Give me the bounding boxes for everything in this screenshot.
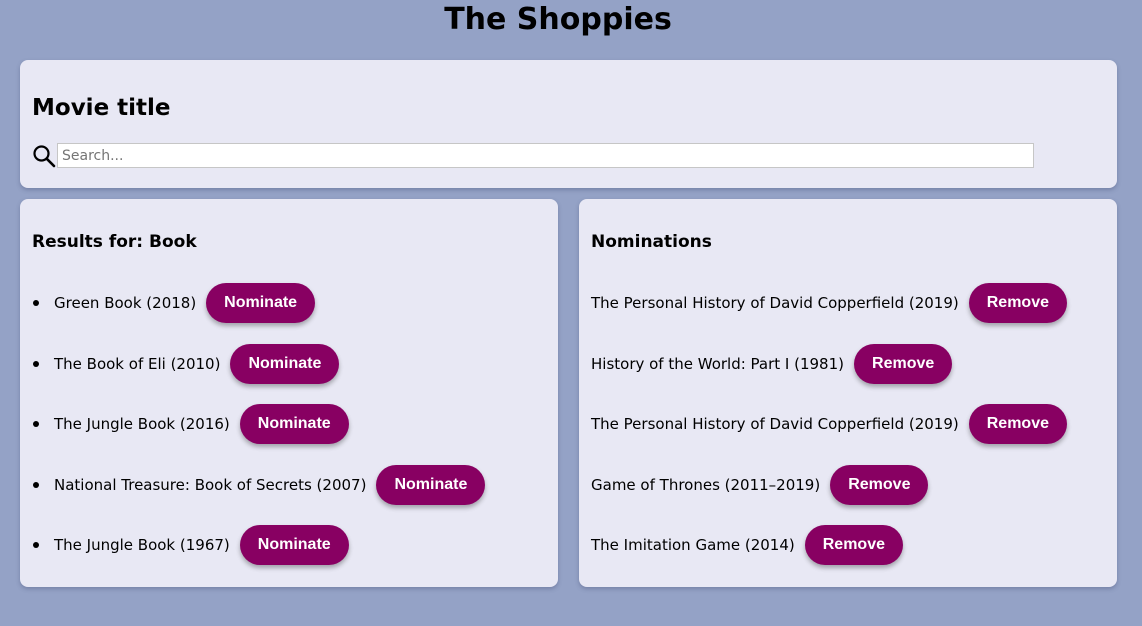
nominations-heading: Nominations — [591, 232, 712, 252]
result-title: Green Book (2018) — [54, 294, 197, 312]
nomination-title: The Personal History of David Copperfiel… — [591, 415, 959, 433]
nominate-button[interactable]: Nominate — [230, 343, 340, 384]
bullet — [33, 481, 39, 488]
list-item: The Jungle Book (2016) Nominate — [32, 404, 485, 444]
nomination-title: History of the World: Part I (1981) — [591, 354, 845, 373]
nominations-list: The Personal History of David Copperfiel… — [591, 283, 1067, 586]
bullet — [33, 421, 39, 427]
result-title: National Treasure: Book of Secrets (2007… — [54, 475, 367, 494]
results-panel: Results for: Book Green Book (2018) Nomi… — [20, 199, 558, 587]
search-icon — [32, 144, 56, 168]
bullet — [33, 360, 39, 367]
nomination-title: Game of Thrones (2011–2019) — [591, 475, 821, 494]
list-item: History of the World: Part I (1981) Remo… — [591, 343, 1067, 384]
nominate-button[interactable]: Nominate — [206, 283, 316, 323]
list-item: The Jungle Book (1967) Nominate — [32, 525, 485, 565]
nomination-title: The Imitation Game (2014) — [591, 536, 795, 554]
results-heading: Results for: Book — [32, 232, 197, 252]
remove-button[interactable]: Remove — [968, 283, 1067, 323]
list-item: National Treasure: Book of Secrets (2007… — [32, 464, 486, 505]
bullet — [33, 542, 39, 548]
result-title: The Book of Eli (2010) — [54, 354, 221, 373]
list-item: Game of Thrones (2011–2019) Remove — [591, 464, 1067, 505]
results-list: Green Book (2018) Nominate The Book of E… — [32, 283, 486, 586]
nominations-panel: Nominations The Personal History of Davi… — [579, 199, 1117, 587]
remove-button[interactable]: Remove — [804, 525, 903, 565]
result-title: The Jungle Book (2016) — [54, 415, 230, 433]
remove-button[interactable]: Remove — [830, 464, 929, 505]
list-item: The Personal History of David Copperfiel… — [591, 404, 1067, 444]
page-title: The Shoppies — [444, 2, 672, 37]
result-title: The Jungle Book (1967) — [54, 536, 230, 554]
list-item: The Personal History of David Copperfiel… — [591, 283, 1067, 323]
remove-button[interactable]: Remove — [968, 404, 1067, 444]
bullet — [33, 300, 39, 306]
nominate-button[interactable]: Nominate — [239, 404, 349, 444]
search-input[interactable] — [57, 143, 1034, 168]
nominate-button[interactable]: Nominate — [239, 525, 349, 565]
list-item: The Imitation Game (2014) Remove — [591, 525, 1067, 565]
remove-button[interactable]: Remove — [854, 343, 953, 384]
search-row — [32, 143, 1034, 168]
search-heading: Movie title — [32, 95, 171, 121]
list-item: Green Book (2018) Nominate — [32, 283, 485, 323]
nominate-button[interactable]: Nominate — [376, 464, 486, 505]
search-panel: Movie title — [20, 60, 1117, 188]
nomination-title: The Personal History of David Copperfiel… — [591, 294, 959, 312]
list-item: The Book of Eli (2010) Nominate — [32, 343, 485, 384]
